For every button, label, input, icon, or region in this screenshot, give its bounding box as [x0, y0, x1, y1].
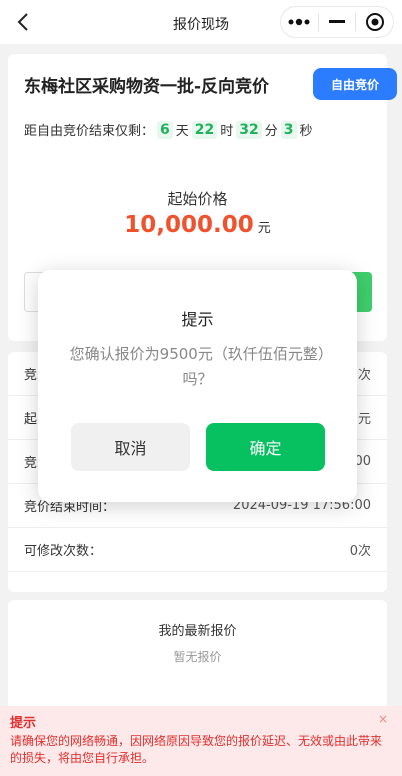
dialog-title: 提示 [181, 310, 214, 329]
confirm-button[interactable]: 确定 [206, 423, 325, 471]
cancel-button[interactable]: 取消 [71, 423, 190, 471]
dialog-message: 您确认报价为9500元（玖仟伍佰元整）吗？ [69, 345, 326, 388]
confirm-dialog: 提示 您确认报价为9500元（玖仟伍佰元整）吗？ 取消 确定 [38, 270, 357, 502]
